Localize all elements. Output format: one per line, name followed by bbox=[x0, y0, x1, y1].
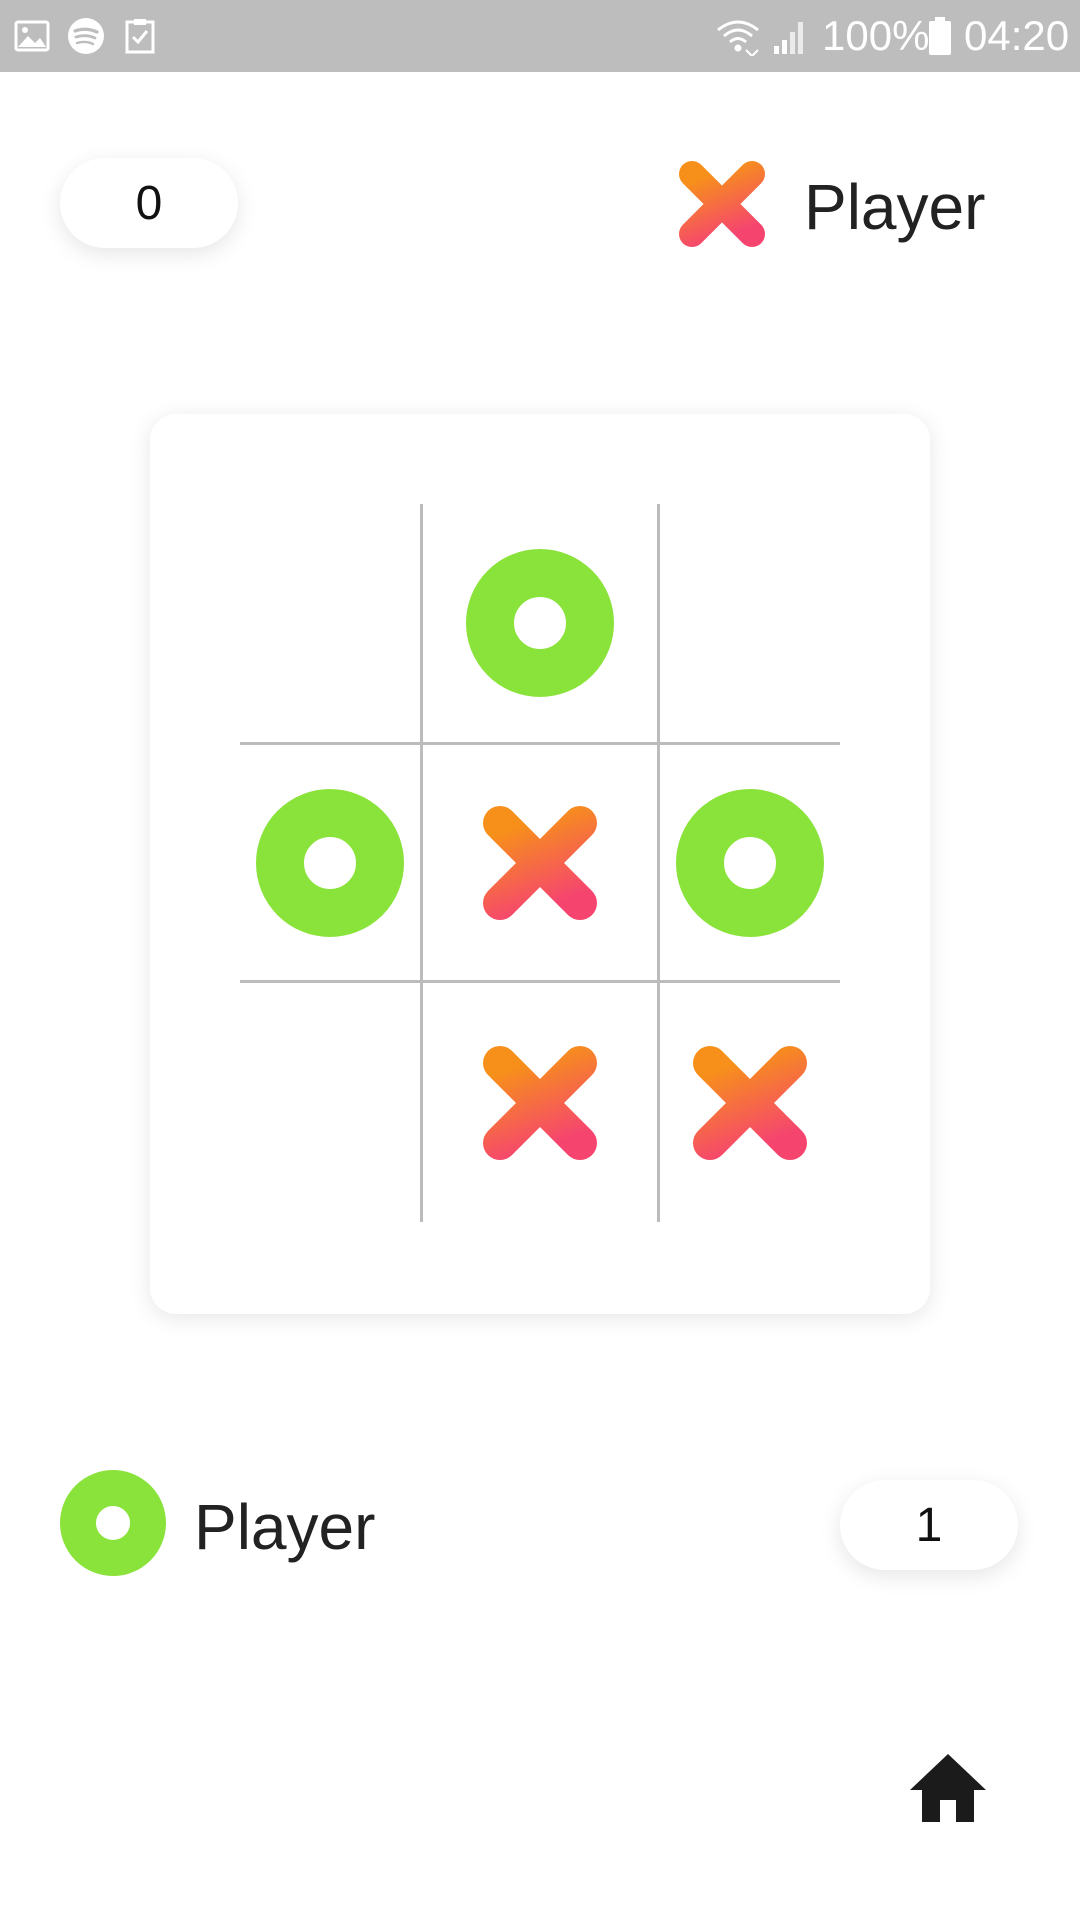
x-player-symbol-x-icon bbox=[679, 161, 765, 247]
x-mark-icon bbox=[693, 1045, 807, 1160]
x-player-label: Player bbox=[804, 171, 986, 243]
x-player-score-value: 0 bbox=[135, 176, 163, 230]
game-board bbox=[150, 414, 930, 1314]
battery-percent: 100% bbox=[822, 12, 930, 59]
board-cell-5[interactable] bbox=[423, 745, 657, 980]
battery-icon bbox=[929, 17, 951, 55]
signal-icon bbox=[774, 22, 803, 54]
o-player-label: Player bbox=[194, 1491, 376, 1563]
gallery-icon bbox=[14, 20, 50, 52]
status-bar: 100% 04:20 bbox=[0, 0, 1080, 72]
board-cell-6[interactable] bbox=[660, 745, 840, 980]
o-mark-icon bbox=[256, 788, 404, 937]
o-mark-icon bbox=[466, 549, 614, 697]
board-cell-1[interactable] bbox=[240, 504, 420, 742]
board-cell-8[interactable] bbox=[423, 983, 657, 1222]
board-cell-7[interactable] bbox=[240, 983, 420, 1222]
clock: 04:20 bbox=[964, 12, 1070, 59]
o-player-score-value: 1 bbox=[915, 1498, 943, 1552]
x-mark-icon bbox=[483, 1045, 597, 1160]
x-player-score: 0 bbox=[60, 158, 238, 248]
spotify-icon bbox=[68, 18, 104, 54]
task-icon bbox=[125, 19, 155, 54]
x-mark-icon bbox=[483, 805, 597, 920]
o-player-symbol-o-icon bbox=[60, 1470, 166, 1576]
board-cell-9[interactable] bbox=[660, 983, 840, 1222]
o-player-score: 1 bbox=[840, 1480, 1018, 1570]
home-icon[interactable] bbox=[908, 1752, 988, 1824]
board-cell-2[interactable] bbox=[423, 504, 657, 742]
wifi-icon bbox=[717, 20, 759, 56]
board-cell-3[interactable] bbox=[660, 504, 840, 742]
o-mark-icon bbox=[676, 788, 824, 937]
board-cell-4[interactable] bbox=[240, 745, 420, 980]
